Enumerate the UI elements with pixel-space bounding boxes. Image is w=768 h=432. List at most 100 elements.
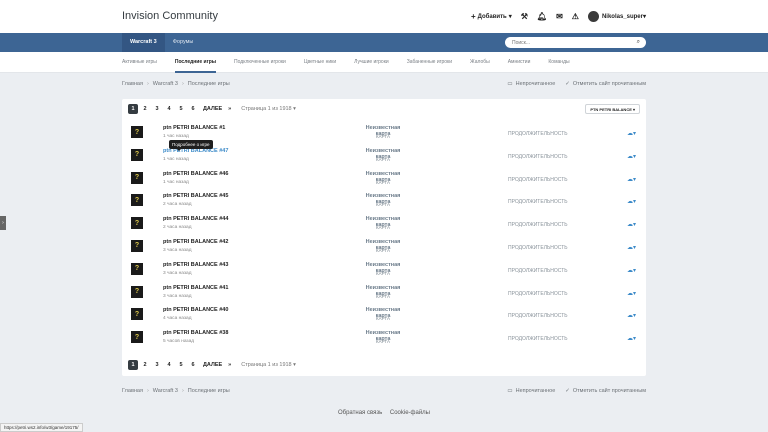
subnav-amnesties[interactable]: Амнистии bbox=[508, 52, 540, 73]
unread-link[interactable]: ▭ Непрочитанное bbox=[507, 81, 555, 87]
footer-links: Обратная связь Cookie-файлы bbox=[0, 410, 768, 416]
next-page-button[interactable]: ДАЛЕЕ bbox=[203, 362, 222, 368]
game-thumbnail[interactable]: ? bbox=[131, 148, 143, 161]
page-1[interactable]: 1 bbox=[128, 104, 138, 114]
page-3[interactable]: 3 bbox=[152, 104, 162, 114]
game-thumbnail[interactable]: ? bbox=[131, 239, 143, 252]
page-2[interactable]: 2 bbox=[140, 360, 150, 370]
game-title-link[interactable]: ptn PETRI BALANCE #40 bbox=[163, 307, 228, 313]
site-title[interactable]: Invision Community bbox=[122, 10, 218, 22]
page-6[interactable]: 6 bbox=[188, 360, 198, 370]
mark-read-link[interactable]: ✓ Отметить сайт прочитанным bbox=[565, 388, 646, 394]
game-title-link[interactable]: ptn PETRI BALANCE #43 bbox=[163, 262, 228, 268]
chevron-down-icon: ▾ bbox=[508, 14, 512, 20]
game-thumbnail[interactable]: ? bbox=[131, 262, 143, 275]
game-title-link[interactable]: ptn PETRI BALANCE #42 bbox=[163, 239, 228, 245]
download-icon[interactable]: ☁▾ bbox=[627, 130, 636, 137]
breadcrumb-separator: › bbox=[146, 388, 149, 394]
chevron-down-icon: ▾ bbox=[291, 106, 296, 112]
subnav-active-games[interactable]: Активные игры bbox=[122, 52, 166, 73]
cookies-link[interactable]: Cookie-файлы bbox=[390, 410, 430, 416]
envelope-icon[interactable]: ✉ bbox=[556, 12, 563, 21]
game-tooltip: Подробнее о игре bbox=[169, 140, 213, 151]
download-icon[interactable]: ☁▾ bbox=[627, 312, 636, 319]
download-icon[interactable]: ☁▾ bbox=[627, 176, 636, 183]
subnav-top-players[interactable]: Лучшие игроки bbox=[354, 52, 398, 73]
tab-warcraft3[interactable]: Warcraft 3 bbox=[122, 33, 165, 52]
last-page-button[interactable]: » bbox=[228, 106, 231, 112]
unread-link[interactable]: ▭ Непрочитанное bbox=[507, 388, 555, 394]
breadcrumb-warcraft3[interactable]: Warcraft 3 bbox=[153, 81, 178, 87]
duration-label: ПРОДОЛЖИТЕЛЬНОСТЬ bbox=[508, 153, 568, 160]
game-title-link[interactable]: ptn PETRI BALANCE #46 bbox=[163, 171, 228, 177]
download-icon[interactable]: ☁▾ bbox=[627, 290, 636, 297]
bell-icon[interactable]: 🔔︎ bbox=[537, 12, 547, 21]
download-icon[interactable]: ☁▾ bbox=[627, 244, 636, 251]
search-icon[interactable]: ⌕ bbox=[637, 39, 640, 46]
side-toggle-icon[interactable]: › bbox=[0, 216, 6, 230]
page-4[interactable]: 4 bbox=[164, 360, 174, 370]
subnav-colored-nicks[interactable]: Цветные ники bbox=[304, 52, 345, 73]
breadcrumb-warcraft3[interactable]: Warcraft 3 bbox=[153, 388, 178, 394]
duration-label: ПРОДОЛЖИТЕЛЬНОСТЬ bbox=[508, 131, 568, 137]
subnav-teams[interactable]: Команды bbox=[548, 52, 578, 73]
subnav-complaints[interactable]: Жалобы bbox=[470, 52, 499, 73]
map-label: КАРТА bbox=[375, 225, 391, 231]
download-icon[interactable]: ☁▾ bbox=[627, 221, 636, 228]
page-6[interactable]: 6 bbox=[188, 104, 198, 114]
page-jump[interactable]: Страница 1 из 1918 bbox=[241, 362, 291, 368]
game-title-link[interactable]: ptn PETRI BALANCE #44 bbox=[163, 216, 228, 222]
breadcrumb-home[interactable]: Главная bbox=[122, 388, 143, 394]
game-title-link[interactable]: ptn PETRI BALANCE #41 bbox=[163, 285, 228, 291]
next-page-button[interactable]: ДАЛЕЕ bbox=[203, 106, 222, 112]
game-title-link[interactable]: ptn PETRI BALANCE #45 bbox=[163, 193, 228, 199]
contact-link[interactable]: Обратная связь bbox=[338, 410, 382, 416]
mark-read-link[interactable]: ✓ Отметить сайт прочитанным bbox=[565, 81, 646, 87]
page-5[interactable]: 5 bbox=[176, 360, 186, 370]
game-title-link[interactable]: ptn PETRI BALANCE #38 bbox=[163, 330, 228, 336]
subnav-connected-players[interactable]: Подключенные игроки bbox=[234, 52, 295, 73]
download-icon[interactable]: ☁▾ bbox=[627, 335, 636, 342]
page-1[interactable]: 1 bbox=[128, 360, 138, 370]
filter-dropdown[interactable]: PTN PETRI BALANCE ▾ bbox=[585, 104, 640, 114]
page-4[interactable]: 4 bbox=[164, 104, 174, 114]
subnav-recent-games[interactable]: Последние игры bbox=[174, 52, 225, 73]
game-row: ? ptn PETRI BALANCE #41 3 часа назад Неи… bbox=[122, 281, 646, 304]
game-thumbnail[interactable]: ? bbox=[131, 308, 143, 321]
unread-label: Непрочитанное bbox=[515, 81, 556, 87]
download-icon[interactable]: ☁▾ bbox=[627, 198, 636, 205]
gavel-icon[interactable]: ⚒ bbox=[521, 12, 528, 21]
last-page-button[interactable]: » bbox=[228, 362, 231, 368]
page-2[interactable]: 2 bbox=[140, 104, 150, 114]
game-time: 1 час назад bbox=[163, 156, 189, 162]
game-title-link[interactable]: ptn PETRI BALANCE #1 bbox=[163, 125, 225, 131]
search-input[interactable] bbox=[512, 39, 622, 46]
game-row: ? ptn PETRI BALANCE #42 3 часа назад Неи… bbox=[122, 235, 646, 258]
page-3[interactable]: 3 bbox=[152, 360, 162, 370]
game-time: 5 часов назад bbox=[163, 339, 195, 345]
game-thumbnail[interactable]: ? bbox=[131, 126, 143, 138]
unread-label: Непрочитанное bbox=[515, 388, 556, 394]
game-row: ? ptn PETRI BALANCE #43 3 часа назад Неи… bbox=[122, 258, 646, 281]
user-menu[interactable]: Nikolas_super ▾ bbox=[587, 11, 646, 22]
download-icon[interactable]: ☁▾ bbox=[627, 267, 636, 274]
game-thumbnail[interactable]: ? bbox=[131, 194, 143, 207]
download-icon[interactable]: ☁▾ bbox=[627, 153, 636, 160]
subnav-banned-players[interactable]: Забаненные игроки bbox=[407, 52, 461, 73]
breadcrumb-home[interactable]: Главная bbox=[122, 81, 143, 87]
duration-label: ПРОДОЛЖИТЕЛЬНОСТЬ bbox=[508, 199, 568, 206]
page-jump[interactable]: Страница 1 из 1918 bbox=[241, 106, 291, 112]
page-5[interactable]: 5 bbox=[176, 104, 186, 114]
add-button[interactable]: + Добавить ▾ bbox=[471, 12, 512, 21]
tab-forums[interactable]: Форумы bbox=[165, 33, 202, 52]
game-row: ? ptn PETRI BALANCE #38 5 часов назад Не… bbox=[122, 326, 646, 349]
warning-icon[interactable]: ⚠ bbox=[572, 12, 579, 21]
game-thumbnail[interactable]: ? bbox=[131, 217, 143, 230]
duration-label: ПРОДОЛЖИТЕЛЬНОСТЬ bbox=[508, 336, 568, 343]
breadcrumb-current: Последние игры bbox=[187, 81, 230, 87]
game-thumbnail[interactable]: ? bbox=[131, 285, 143, 298]
game-thumbnail[interactable]: ? bbox=[131, 331, 143, 344]
game-thumbnail[interactable]: ? bbox=[131, 171, 143, 184]
site-header: Invision Community + Добавить ▾ ⚒ 🔔︎ ✉ ⚠… bbox=[0, 0, 768, 33]
breadcrumb: Главная › Warcraft 3 › Последние игры ▭ … bbox=[122, 79, 646, 89]
